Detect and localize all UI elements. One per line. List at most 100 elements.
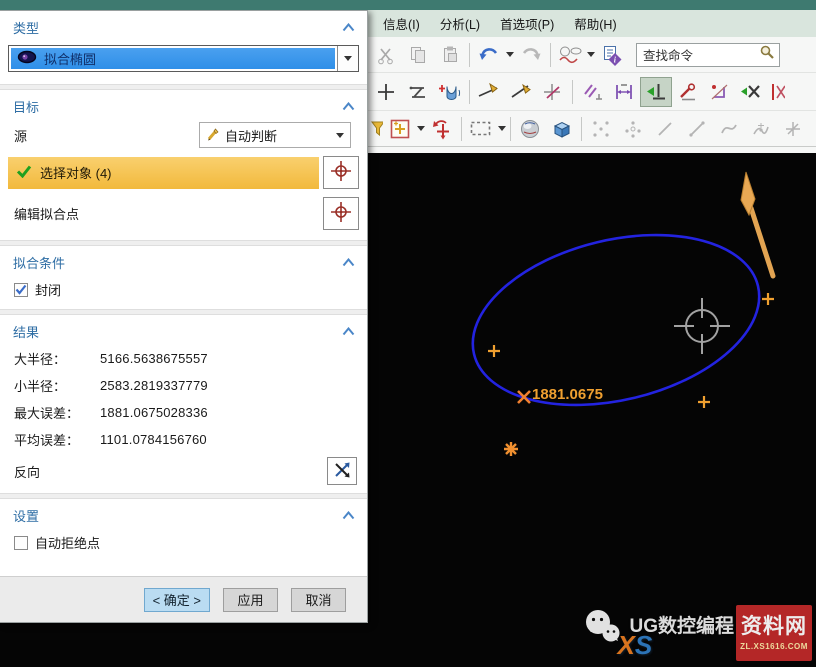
- check-ok-icon: [16, 164, 32, 181]
- wechat-icon: [581, 605, 625, 654]
- snap-pattern-icon[interactable]: [617, 114, 649, 144]
- chevron-up-icon[interactable]: [342, 102, 355, 111]
- fit-ellipse-icon: [17, 50, 37, 67]
- type-combo[interactable]: 拟合椭圆: [8, 45, 359, 72]
- parallel-constraint-icon[interactable]: [576, 77, 608, 107]
- quick-extend-icon[interactable]: [672, 77, 704, 107]
- rotate-view-icon[interactable]: [426, 114, 458, 144]
- information-window-icon[interactable]: i: [596, 40, 628, 70]
- max-error-value-label: 1881.0675: [532, 386, 603, 403]
- section-type-header[interactable]: 类型: [0, 11, 367, 41]
- copy-icon[interactable]: [402, 40, 434, 70]
- closed-label: 封闭: [35, 280, 61, 299]
- chevron-up-icon[interactable]: [342, 23, 355, 32]
- toolbar-sketch-tools: [368, 73, 816, 111]
- window-title-strip: [0, 0, 816, 10]
- split-curve-icon[interactable]: [537, 77, 569, 107]
- undo-dropdown-icon[interactable]: [505, 40, 515, 70]
- shaded-cube-icon[interactable]: [546, 114, 578, 144]
- undo-icon[interactable]: [473, 40, 505, 70]
- type-combo-selected[interactable]: 拟合椭圆: [11, 48, 335, 69]
- source-label: 源: [14, 126, 27, 145]
- select-object-label: 选择对象 (4): [40, 163, 112, 182]
- trim-curve-icon[interactable]: [473, 77, 505, 107]
- select-object-pick-button[interactable]: [323, 156, 359, 189]
- toolbar-separator: [461, 117, 462, 141]
- type-combo-dropdown-icon[interactable]: [337, 46, 358, 71]
- toolbar-separator: [469, 80, 470, 104]
- ok-button[interactable]: < 确定 >: [144, 588, 210, 612]
- snap-segment-icon[interactable]: [681, 114, 713, 144]
- menu-information[interactable]: 信息(I): [374, 10, 429, 37]
- section-result-title: 结果: [13, 322, 39, 341]
- source-dropdown[interactable]: 自动判断: [199, 122, 351, 148]
- apply-button[interactable]: 应用: [223, 588, 278, 612]
- edge-constraint-icon[interactable]: [768, 77, 786, 107]
- quick-trim-icon[interactable]: [640, 77, 672, 107]
- toolbar-separator: [469, 43, 470, 67]
- point-icon[interactable]: [370, 77, 402, 107]
- menu-analysis[interactable]: 分析(L): [431, 10, 489, 37]
- profile-icon[interactable]: [402, 77, 434, 107]
- search-icon[interactable]: [759, 44, 775, 65]
- toolbar-separator: [581, 117, 582, 141]
- chevron-up-icon[interactable]: [342, 258, 355, 267]
- chevron-up-icon[interactable]: [342, 511, 355, 520]
- snap-curve-icon[interactable]: [713, 114, 745, 144]
- shaded-sphere-icon[interactable]: [514, 114, 546, 144]
- asterisk-marker: [504, 442, 518, 456]
- paste-icon[interactable]: [434, 40, 466, 70]
- section-result-header[interactable]: 结果: [0, 315, 367, 345]
- reverse-direction-button[interactable]: [327, 457, 357, 485]
- toolbar-standard: i: [368, 37, 816, 73]
- menu-preferences[interactable]: 首选项(P): [491, 10, 563, 37]
- edit-fit-points-button[interactable]: [323, 197, 359, 230]
- result-row-major-radius: 大半径： 5166.5638675557: [0, 345, 367, 372]
- find-command-input[interactable]: [643, 48, 759, 62]
- closed-checkbox[interactable]: [14, 283, 28, 297]
- sketch-curves-dropdown-icon[interactable]: [586, 40, 596, 70]
- snap-endpoint-icon[interactable]: [585, 114, 617, 144]
- section-target-header[interactable]: 目标: [0, 90, 367, 120]
- menubar: 信息(I) 分析(L) 首选项(P) 帮助(H): [368, 10, 816, 37]
- cut-icon[interactable]: [370, 40, 402, 70]
- toolbar-separator: [510, 117, 511, 141]
- extend-curve-icon[interactable]: [505, 77, 537, 107]
- snap-arc-center-icon[interactable]: [809, 114, 816, 144]
- point-crosshair-icon: [330, 201, 352, 226]
- toolbar-separator: [572, 80, 573, 104]
- menu-help[interactable]: 帮助(H): [565, 10, 625, 37]
- fit-curve-dialog: 类型 拟合椭圆 目标 源 自动判断: [0, 10, 368, 623]
- ziliao-site-badge: 资料网 ZL.XS1616.COM: [736, 605, 812, 661]
- auto-reject-checkbox[interactable]: [14, 536, 28, 550]
- delete-curve-icon[interactable]: [736, 77, 768, 107]
- snap-spline-point-icon[interactable]: [745, 114, 777, 144]
- marquee-dropdown-icon[interactable]: [497, 114, 507, 144]
- toolbar-snap-view: [368, 111, 816, 147]
- section-settings-title: 设置: [13, 506, 39, 525]
- sketch-curves-icon[interactable]: [554, 40, 586, 70]
- point-crosshair-icon: [330, 160, 352, 185]
- cancel-button[interactable]: 取消: [291, 588, 346, 612]
- source-dropdown-value: 自动判断: [225, 126, 330, 145]
- snap-point-dropdown-icon[interactable]: [416, 114, 426, 144]
- marquee-select-icon[interactable]: [465, 114, 497, 144]
- redo-icon[interactable]: [515, 40, 547, 70]
- rapid-dimension-icon[interactable]: [608, 77, 640, 107]
- snap-funnel-icon[interactable]: [370, 114, 384, 144]
- snap-intersection-icon[interactable]: [777, 114, 809, 144]
- section-target-title: 目标: [13, 97, 39, 116]
- section-fit-condition-header[interactable]: 拟合条件: [0, 246, 367, 276]
- toolbar-separator: [550, 43, 551, 67]
- reverse-label: 反向: [14, 462, 40, 481]
- chevron-up-icon[interactable]: [342, 327, 355, 336]
- snap-line-icon[interactable]: [649, 114, 681, 144]
- avg-error-label: 平均误差：: [14, 430, 100, 449]
- result-row-avg-error: 平均误差： 1101.0784156760: [0, 426, 367, 453]
- offset-curve-icon[interactable]: [434, 77, 466, 107]
- make-corner-icon[interactable]: [704, 77, 736, 107]
- section-settings-header[interactable]: 设置: [0, 499, 367, 529]
- section-fit-condition-title: 拟合条件: [13, 253, 65, 272]
- select-object-highlight[interactable]: 选择对象 (4): [8, 157, 319, 189]
- enable-snap-point-icon[interactable]: [384, 114, 416, 144]
